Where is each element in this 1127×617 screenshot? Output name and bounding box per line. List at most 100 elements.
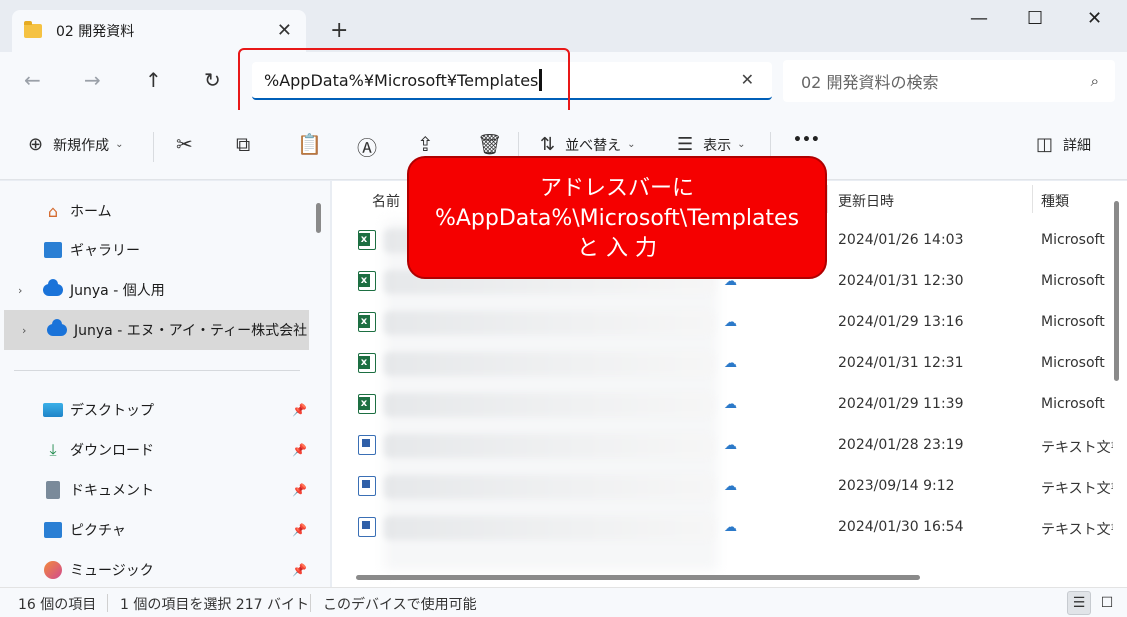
column-header-name[interactable]: 名前 <box>372 191 400 211</box>
pin-icon: 📌 <box>292 483 307 497</box>
pictures-icon <box>42 520 64 540</box>
table-row[interactable]: ☁ 2024/01/29 13:16 Microsoft <box>332 303 1112 344</box>
pin-icon: 📌 <box>292 563 307 577</box>
tab-title: 02 開発資料 <box>56 24 135 40</box>
file-type: Microsoft <box>1041 232 1105 248</box>
cloud-status-icon: ☁ <box>724 438 737 453</box>
chevron-down-icon: ⌄ <box>737 139 746 150</box>
share-icon[interactable]: ⇪ <box>417 132 434 156</box>
paste-icon[interactable]: 📋 <box>297 132 322 156</box>
copy-icon[interactable]: ⧉ <box>236 132 250 156</box>
tab-close-icon[interactable]: ✕ <box>277 20 292 41</box>
chevron-down-icon: ⌄ <box>115 139 124 150</box>
file-type: Microsoft <box>1041 273 1105 289</box>
excel-file-icon <box>358 394 376 414</box>
sidebar-item-onedrive-business[interactable]: › Junya - エヌ・アイ・ティー株式会社 <box>4 310 309 350</box>
divider <box>153 132 154 162</box>
expand-chevron-icon[interactable]: › <box>22 324 26 337</box>
column-header-modified[interactable]: 更新日時 <box>838 191 894 211</box>
excel-file-icon <box>358 312 376 332</box>
new-tab-button[interactable]: + <box>330 18 348 43</box>
forward-button[interactable]: → <box>84 68 101 92</box>
view-button[interactable]: ☰ 表示 ⌄ <box>677 134 746 155</box>
expand-chevron-icon[interactable]: › <box>18 284 22 297</box>
sidebar-item-pictures[interactable]: ピクチャ 📌 <box>0 510 310 550</box>
home-icon: ⌂ <box>47 201 59 221</box>
music-icon <box>42 560 64 580</box>
details-pane-button[interactable]: ◫ 詳細 <box>1036 134 1091 155</box>
table-row[interactable]: ☁ 2024/01/30 16:54 テキスト文書 <box>332 508 1113 549</box>
clear-address-icon[interactable]: ✕ <box>741 70 754 89</box>
modified-date: 2024/01/30 16:54 <box>838 519 964 535</box>
table-row[interactable]: ☁ 2024/01/31 12:31 Microsoft <box>332 344 1112 385</box>
sidebar-item-home[interactable]: ⌂ ホーム <box>0 191 310 231</box>
status-divider <box>310 594 311 612</box>
sidebar-item-desktop[interactable]: デスクトップ 📌 <box>0 390 310 430</box>
search-box[interactable]: 02 開発資料の検索 ⌕ <box>783 60 1115 102</box>
excel-file-icon <box>358 271 376 291</box>
details-view-button[interactable]: ☰ <box>1067 591 1091 615</box>
minimize-button[interactable]: — <box>970 8 988 29</box>
documents-icon <box>42 480 64 500</box>
sidebar-item-label: ギャラリー <box>70 243 140 259</box>
column-header-type[interactable]: 種類 <box>1041 191 1069 211</box>
sidebar-item-label: ミュージック <box>70 563 154 579</box>
cloud-status-icon: ☁ <box>724 315 737 330</box>
sidebar-item-label: デスクトップ <box>70 403 154 419</box>
file-type: テキスト文書 <box>1041 481 1113 497</box>
desktop-icon <box>42 400 64 420</box>
file-type: テキスト文書 <box>1041 522 1113 538</box>
sidebar-item-label: ピクチャ <box>70 523 126 539</box>
up-button[interactable]: ↑ <box>145 68 162 92</box>
file-type: テキスト文書 <box>1041 440 1113 456</box>
table-row[interactable]: ☁ 2024/01/28 23:19 テキスト文書 <box>332 426 1113 467</box>
cut-icon[interactable]: ✂ <box>176 132 193 156</box>
close-window-button[interactable]: ✕ <box>1087 8 1102 29</box>
vertical-scrollbar[interactable] <box>1114 201 1119 381</box>
horizontal-scrollbar[interactable] <box>356 575 920 580</box>
sidebar-item-onedrive-personal[interactable]: › Junya - 個人用 <box>0 270 310 310</box>
sidebar-item-label: Junya - 個人用 <box>70 283 165 299</box>
delete-icon[interactable]: 🗑 <box>477 132 502 156</box>
modified-date: 2024/01/28 23:19 <box>838 437 964 453</box>
sort-button[interactable]: ⇅ 並べ替え ⌄ <box>540 134 635 155</box>
availability-status: このデバイスで使用可能 <box>323 597 477 613</box>
new-button[interactable]: ⊕ 新規作成 ⌄ <box>28 134 123 155</box>
sidebar-item-label: Junya - エヌ・アイ・ティー株式会社 <box>74 323 308 339</box>
sidebar-item-gallery[interactable]: ギャラリー <box>0 230 310 270</box>
rename-icon[interactable]: Ⓐ <box>357 132 377 161</box>
redacted-name <box>384 475 714 499</box>
callout-line-3: と 入 力 <box>577 236 657 261</box>
sidebar-item-label: ホーム <box>70 204 112 220</box>
pin-icon: 📌 <box>292 523 307 537</box>
navigation-pane: ⌂ ホーム ギャラリー › Junya - 個人用 › Junya - エヌ・ア… <box>0 181 330 587</box>
refresh-button[interactable]: ↻ <box>204 68 221 92</box>
item-count: 16 個の項目 <box>18 597 97 613</box>
address-highlight-box <box>238 48 570 117</box>
sort-icon: ⇅ <box>540 134 556 155</box>
back-button[interactable]: ← <box>24 68 41 92</box>
text-file-icon <box>358 435 376 455</box>
redacted-name <box>384 516 714 540</box>
chevron-down-icon: ⌄ <box>627 139 636 150</box>
title-bar: 02 開発資料 ✕ + — ☐ ✕ <box>0 0 1127 52</box>
search-input[interactable]: 02 開発資料の検索 <box>801 69 938 93</box>
more-options-button[interactable]: ••• <box>793 132 820 148</box>
cloud-status-icon: ☁ <box>724 479 737 494</box>
sidebar-item-downloads[interactable]: ⤓ ダウンロード 📌 <box>0 430 310 470</box>
column-divider[interactable] <box>827 185 828 213</box>
table-row[interactable]: ☁ 2024/01/29 11:39 Microsoft <box>332 385 1112 426</box>
maximize-button[interactable]: ☐ <box>1027 8 1043 29</box>
table-row[interactable]: ☁ 2023/09/14 9:12 テキスト文書 <box>332 467 1113 508</box>
column-divider[interactable] <box>1032 185 1033 213</box>
sidebar-item-music[interactable]: ミュージック 📌 <box>0 550 310 590</box>
sidebar-scrollbar[interactable] <box>316 203 321 233</box>
sidebar-item-documents[interactable]: ドキュメント 📌 <box>0 470 310 510</box>
modified-date: 2024/01/31 12:30 <box>838 273 964 289</box>
download-icon: ⤓ <box>49 440 57 459</box>
large-icons-view-button[interactable]: ☐ <box>1095 591 1119 615</box>
tab-02-dev-docs[interactable]: 02 開発資料 ✕ <box>12 10 306 52</box>
file-type: Microsoft <box>1041 355 1105 371</box>
selection-info: 1 個の項目を選択 217 バイト <box>120 597 309 613</box>
excel-file-icon <box>358 353 376 373</box>
